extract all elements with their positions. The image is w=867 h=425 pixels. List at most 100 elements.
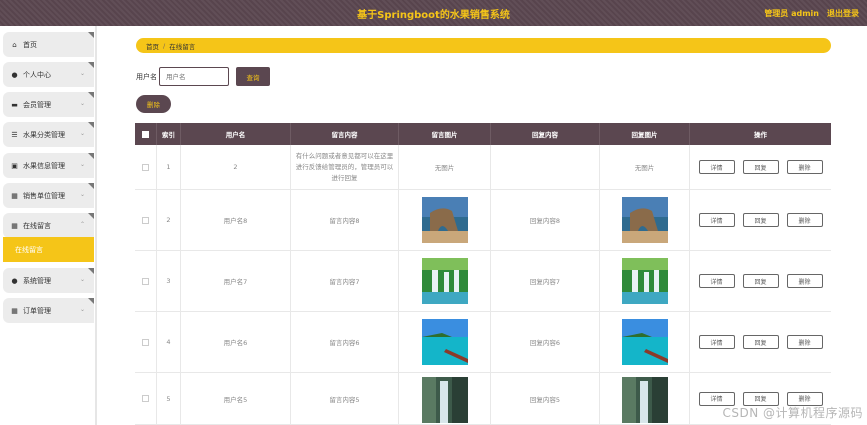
grid-icon: ▦: [11, 191, 18, 200]
corner-decoration: [88, 183, 94, 189]
corner-decoration: [88, 213, 94, 219]
sidebar-item-home[interactable]: ⌂ 首页: [3, 32, 94, 57]
corner-decoration: [88, 153, 94, 159]
row-checkbox[interactable]: [142, 163, 149, 171]
sidebar-item-label: 系统管理: [23, 276, 51, 285]
row-checkbox[interactable]: [142, 395, 149, 402]
sidebar-item-label: 在线留言: [23, 221, 51, 230]
breadcrumb: 首页 / 在线留言: [136, 38, 831, 53]
actions-cell: 详情 回复 删除: [690, 190, 831, 250]
waterfall-cliff-image[interactable]: [621, 377, 668, 423]
reply-cell: 回复内容8: [491, 190, 600, 250]
grid-icon: ▦: [11, 221, 18, 230]
table-row: 2 用户名8 留言内容8 回复内容8 详情 回复 删除: [135, 190, 831, 251]
sidebar-subitem-online-messages[interactable]: 在线留言: [3, 237, 94, 262]
waterfall-cliff-image[interactable]: [421, 377, 468, 423]
message-cell: 留言内容8: [291, 190, 399, 250]
grid-icon: ▦: [11, 306, 18, 315]
monitor-icon: ▬: [11, 100, 18, 109]
table-header: 索引 用户名 留言内容 留言图片 回复内容 回复图片 操作: [135, 123, 831, 145]
reply-cell: 回复内容7: [491, 251, 600, 311]
chevron-down-icon: ⌄: [79, 161, 85, 168]
reply-cell: 回复内容6: [491, 312, 600, 372]
corner-decoration: [88, 268, 94, 274]
sidebar-item-orders[interactable]: ▦ 订单管理 ⌄: [3, 298, 94, 323]
reply-button[interactable]: 回复: [742, 213, 779, 227]
corner-decoration: [88, 92, 94, 98]
detail-button[interactable]: 详情: [698, 335, 735, 349]
sidebar-item-fruit-info[interactable]: ▣ 水果信息管理 ⌄: [3, 153, 94, 178]
username-cell: 用户名6: [181, 312, 291, 372]
sidebar-item-sales-unit[interactable]: ▦ 销售单位管理 ⌄: [3, 183, 94, 208]
user-icon: ●: [11, 276, 18, 285]
waterfall-green-image[interactable]: [421, 258, 468, 304]
sidebar-item-label: 个人中心: [23, 70, 51, 79]
delete-button[interactable]: 删除: [786, 274, 823, 288]
index-cell: 3: [157, 251, 181, 311]
sidebar-item-profile[interactable]: ● 个人中心 ⌄: [3, 62, 94, 87]
chevron-down-icon: ⌄: [79, 100, 85, 107]
reply-button[interactable]: 回复: [742, 274, 779, 288]
actions-cell: 详情 回复 删除: [690, 145, 831, 189]
actions-cell: 详情 回复 删除: [690, 251, 831, 311]
row-select-cell: [135, 145, 157, 189]
message-image-cell: [399, 190, 491, 250]
beach-arch-image[interactable]: [621, 197, 668, 243]
logout-link[interactable]: 退出登录: [827, 8, 859, 19]
search-label: 用户名: [136, 73, 157, 81]
corner-decoration: [88, 298, 94, 304]
sidebar-item-label: 订单管理: [23, 306, 51, 315]
table-row: 1 2 有什么问题或者意见都可以在这里进行反馈给管理员的，管理员可以进行回复 无…: [135, 145, 831, 190]
detail-button[interactable]: 详情: [698, 213, 735, 227]
reply-image-cell: [600, 251, 690, 311]
delete-button[interactable]: 删除: [786, 213, 823, 227]
table-row: 4 用户名6 留言内容6 回复内容6 详情 回复 删除: [135, 312, 831, 373]
breadcrumb-home[interactable]: 首页: [146, 41, 159, 51]
sidebar-item-members[interactable]: ▬ 会员管理 ⌄: [3, 92, 94, 117]
sidebar-item-label: 销售单位管理: [23, 191, 65, 200]
watermark: CSDN @计算机程序源码: [722, 406, 863, 420]
row-checkbox[interactable]: [142, 338, 149, 346]
delete-button[interactable]: 删除: [786, 335, 823, 349]
column-header: 回复内容: [491, 123, 600, 145]
pier-sea-image[interactable]: [421, 319, 468, 365]
sidebar-item-system[interactable]: ● 系统管理 ⌄: [3, 268, 94, 293]
column-header: 留言图片: [399, 123, 491, 145]
sidebar-item-messages[interactable]: ▦ 在线留言 ⌃: [3, 213, 94, 238]
detail-button[interactable]: 详情: [698, 274, 735, 288]
message-image-cell: [399, 251, 491, 311]
row-select-cell: [135, 312, 157, 372]
chevron-down-icon: ⌄: [79, 70, 85, 77]
waterfall-green-image[interactable]: [621, 258, 668, 304]
bulk-delete-button[interactable]: 删除: [136, 95, 171, 113]
search-button[interactable]: 查询: [236, 67, 270, 86]
sidebar-item-label: 会员管理: [23, 100, 51, 109]
row-select-cell: [135, 190, 157, 250]
column-header: 索引: [157, 123, 181, 145]
column-header: 用户名: [181, 123, 291, 145]
current-user[interactable]: 管理员 admin: [764, 8, 819, 19]
index-cell: 5: [157, 373, 181, 424]
corner-decoration: [88, 122, 94, 128]
detail-button[interactable]: 详情: [698, 160, 735, 174]
message-cell: 留言内容5: [291, 373, 399, 424]
actions-cell: 详情 回复 删除: [690, 312, 831, 372]
beach-arch-image[interactable]: [421, 197, 468, 243]
reply-button[interactable]: 回复: [742, 335, 779, 349]
reply-cell: [491, 145, 600, 189]
user-icon: ●: [11, 70, 18, 79]
chevron-down-icon: ⌄: [79, 276, 85, 283]
row-checkbox[interactable]: [142, 277, 149, 285]
reply-button[interactable]: 回复: [742, 160, 779, 174]
select-all-checkbox[interactable]: [142, 130, 149, 138]
username-search-input[interactable]: [159, 67, 229, 86]
delete-button[interactable]: 删除: [786, 160, 823, 174]
message-cell: 留言内容6: [291, 312, 399, 372]
pier-sea-image[interactable]: [621, 319, 668, 365]
sidebar-item-fruit-category[interactable]: ☰ 水果分类管理 ⌄: [3, 122, 94, 147]
row-checkbox[interactable]: [142, 216, 149, 224]
breadcrumb-separator: /: [163, 41, 166, 50]
reply-image-cell: 无图片: [600, 145, 690, 189]
corner-decoration: [88, 32, 94, 38]
index-cell: 4: [157, 312, 181, 372]
